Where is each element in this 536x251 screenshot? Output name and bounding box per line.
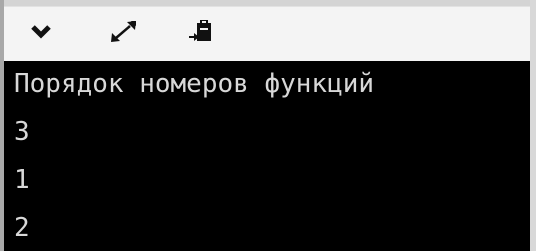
paste-button[interactable] bbox=[187, 17, 217, 47]
console-line-2: 1 bbox=[14, 165, 30, 195]
window-right-border bbox=[530, 0, 536, 251]
console-line-header: Порядок номеров функций bbox=[14, 69, 375, 99]
console-line-3: 2 bbox=[14, 213, 30, 243]
chevron-down-icon bbox=[31, 25, 51, 39]
clipboard-paste-icon bbox=[189, 20, 211, 41]
console-line-1: 3 bbox=[14, 117, 30, 147]
console-output[interactable]: Порядок номеров функций 3 1 2 bbox=[4, 61, 530, 251]
expand-icon bbox=[111, 21, 136, 42]
console-window: Порядок номеров функций 3 1 2 bbox=[0, 0, 536, 251]
expand-button[interactable] bbox=[108, 17, 138, 47]
console-toolbar bbox=[4, 6, 530, 62]
collapse-button[interactable] bbox=[26, 17, 56, 47]
